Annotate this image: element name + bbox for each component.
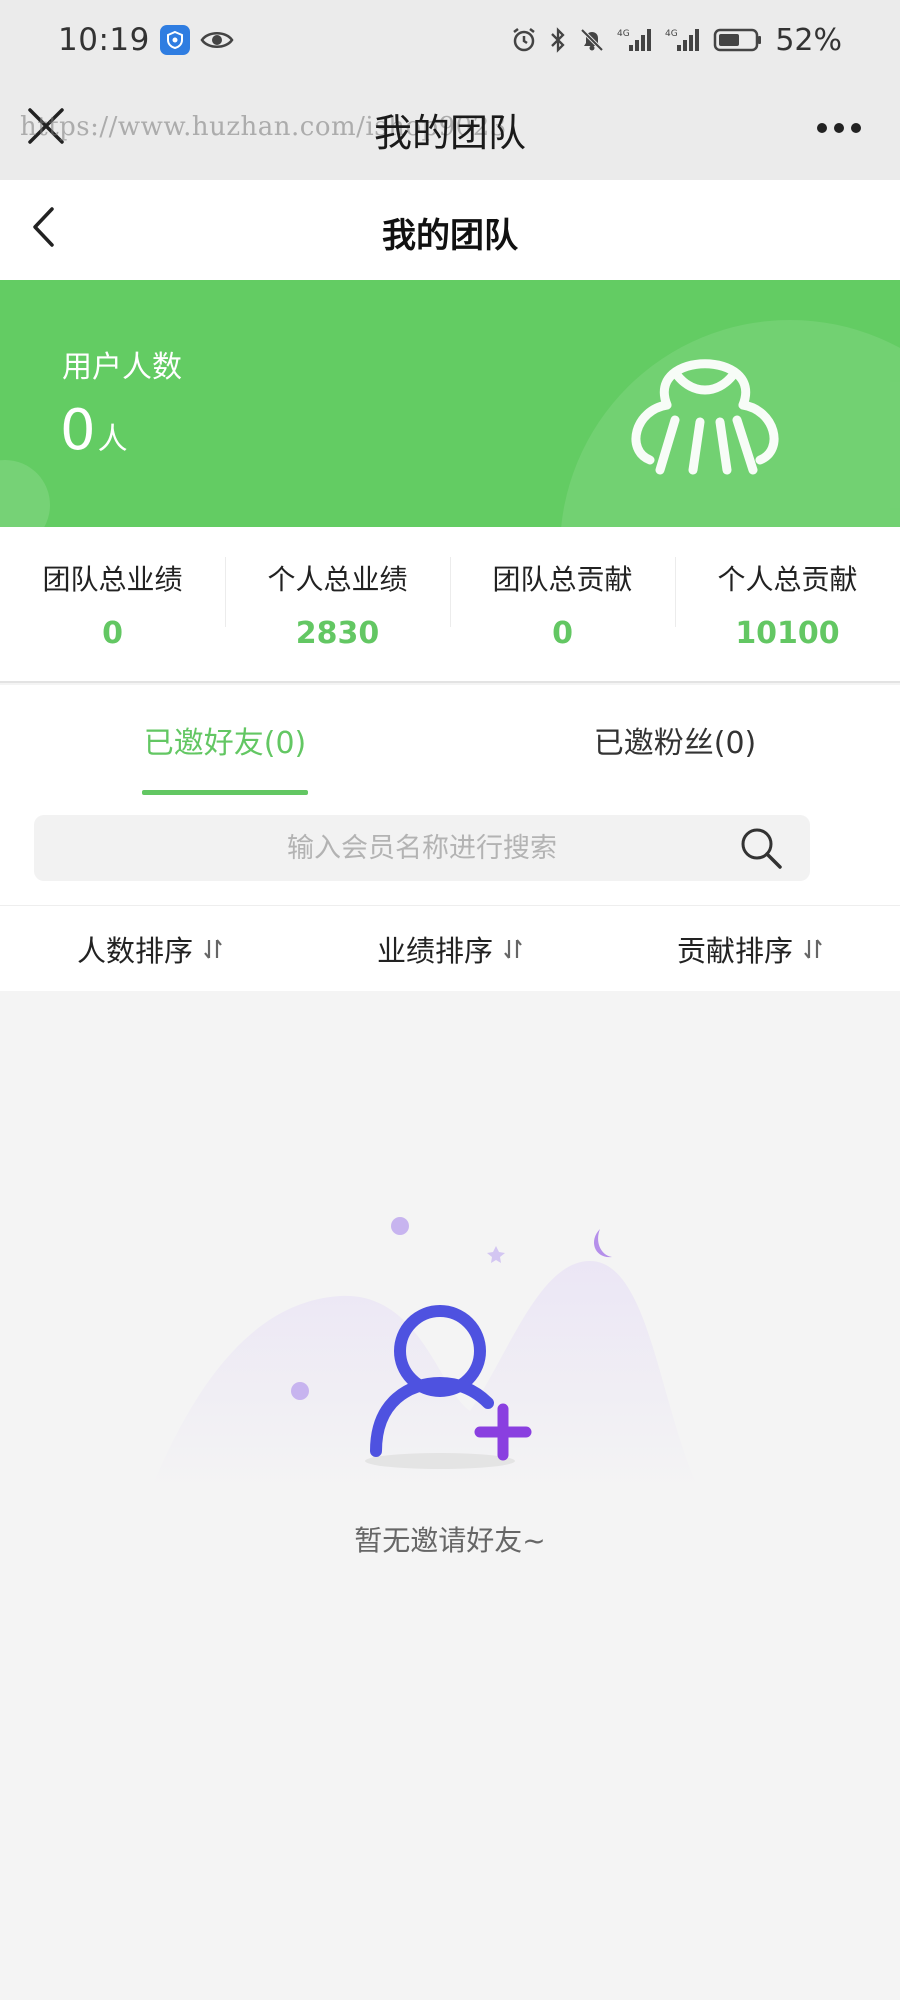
tab-invited-fans[interactable]: 已邀粉丝(0) xyxy=(450,685,900,795)
empty-state: 暂无邀请好友~ xyxy=(0,991,900,2000)
svg-text:4G: 4G xyxy=(617,29,630,39)
search-icon[interactable] xyxy=(738,825,784,871)
eye-icon xyxy=(200,29,234,51)
stat-team-total-performance: 团队总业绩 0 xyxy=(0,527,225,681)
sort-arrows-icon xyxy=(504,938,522,959)
wechat-title: 我的团队 xyxy=(373,111,526,155)
stat-label: 团队总业绩 xyxy=(42,562,183,596)
tab-label: 已邀好友(0) xyxy=(143,726,307,761)
status-right: 4G 4G 52% xyxy=(511,23,842,58)
user-count-label: 用户人数 xyxy=(62,350,182,385)
more-icon[interactable] xyxy=(816,120,862,134)
sort-label: 业绩排序 xyxy=(376,933,493,968)
user-count-unit: 人 xyxy=(97,422,128,457)
empty-state-text: 暂无邀请好友~ xyxy=(354,1524,546,1557)
mascot-icon xyxy=(605,310,805,510)
search-input[interactable] xyxy=(34,815,810,881)
status-bar: 10:19 4G 4G 52% xyxy=(0,0,900,80)
signal-4g-icon: 4G xyxy=(617,27,653,53)
tab-label: 已邀粉丝(0) xyxy=(593,726,757,761)
empty-illustration xyxy=(140,1151,740,1571)
stat-personal-total-performance: 个人总业绩 2830 xyxy=(225,527,450,681)
stat-value: 0 xyxy=(552,615,573,651)
bluetooth-icon xyxy=(549,27,567,53)
status-left: 10:19 xyxy=(58,22,234,58)
user-count-banner: 用户人数 0人 xyxy=(0,280,900,527)
sort-arrows-icon xyxy=(804,938,822,959)
sort-arrows-icon xyxy=(204,938,222,959)
invite-tabs: 已邀好友(0) 已邀粉丝(0) xyxy=(0,685,900,795)
stat-label: 个人总贡献 xyxy=(717,562,858,596)
tab-invited-friends[interactable]: 已邀好友(0) xyxy=(0,685,450,795)
sort-by-performance-button[interactable]: 业绩排序 xyxy=(300,906,600,991)
stat-team-total-contribution: 团队总贡献 0 xyxy=(450,527,675,681)
mute-icon xyxy=(579,27,605,53)
sort-label: 贡献排序 xyxy=(676,933,793,968)
stat-value: 10100 xyxy=(735,615,840,651)
status-time: 10:19 xyxy=(58,22,150,58)
stat-value: 2830 xyxy=(295,615,380,651)
search-box xyxy=(34,815,810,881)
stat-label: 个人总业绩 xyxy=(267,562,408,596)
sort-label: 人数排序 xyxy=(76,933,193,968)
svg-text:4G: 4G xyxy=(665,29,678,39)
battery-percent: 52% xyxy=(775,22,842,58)
user-count-number: 0 xyxy=(60,398,96,463)
wechat-title-bar: https://www.huzhan.com/ishop9023 我的团队 xyxy=(0,80,900,180)
shield-badge-icon xyxy=(159,25,190,55)
search-section xyxy=(0,795,900,905)
stat-value: 0 xyxy=(102,615,123,651)
stat-label: 团队总贡献 xyxy=(492,562,633,596)
signal-4g-icon-2: 4G xyxy=(665,27,701,53)
page-header: 我的团队 xyxy=(0,180,900,280)
banner-decoration xyxy=(0,460,50,527)
page-title: 我的团队 xyxy=(382,216,518,256)
stats-row: 团队总业绩 0 个人总业绩 2830 团队总贡献 0 个人总贡献 10100 xyxy=(0,527,900,683)
battery-icon xyxy=(713,27,763,53)
user-count: 0人 xyxy=(60,398,128,463)
stat-personal-total-contribution: 个人总贡献 10100 xyxy=(675,527,900,681)
sort-by-contribution-button[interactable]: 贡献排序 xyxy=(600,906,900,991)
sort-by-count-button[interactable]: 人数排序 xyxy=(0,906,300,991)
alarm-icon xyxy=(511,27,537,53)
sort-bar: 人数排序 业绩排序 贡献排序 xyxy=(0,905,900,991)
